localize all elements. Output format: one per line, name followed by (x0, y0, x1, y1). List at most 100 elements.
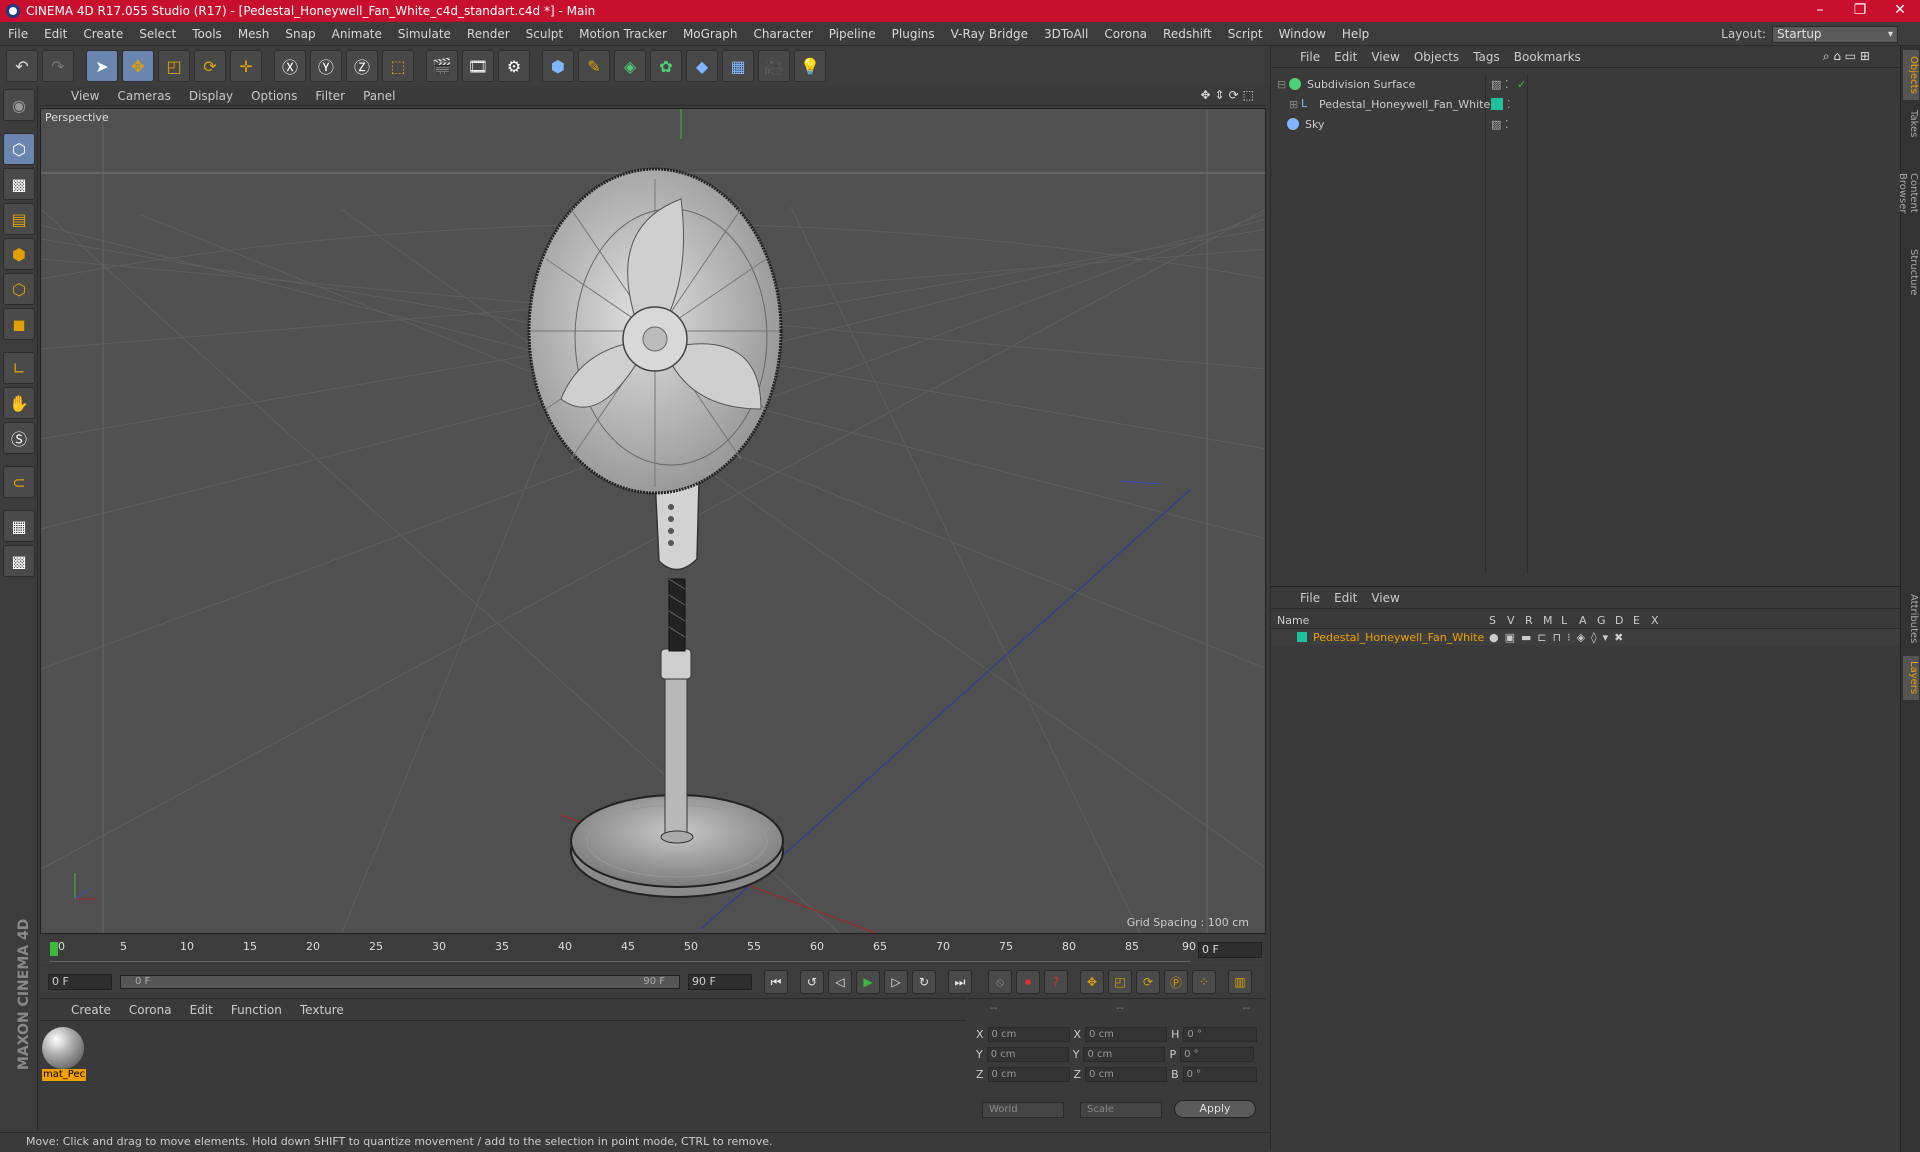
menu-create[interactable]: Create (75, 27, 131, 41)
layer-color-tag[interactable] (1491, 98, 1503, 110)
viewport-menu-panel[interactable]: Panel (354, 89, 404, 103)
rotation-b-field[interactable]: 0 ° (1182, 1067, 1257, 1082)
menu-3dtoall[interactable]: 3DToAll (1036, 27, 1096, 41)
visibility-dots-icon[interactable]: ▨ ⁚ (1491, 78, 1508, 91)
render-picture-viewer-icon[interactable]: 🎞 (462, 50, 494, 82)
object-manager-search-icon[interactable]: ⌕ ⌂ ▭ ⊞ (1816, 49, 1900, 64)
rotation-p-field[interactable]: 0 ° (1180, 1047, 1255, 1062)
objects-menu-edit[interactable]: Edit (1327, 50, 1364, 64)
viewport-menu-display[interactable]: Display (180, 89, 242, 103)
texture-mode-icon[interactable]: ▩ (3, 168, 35, 200)
next-frame-icon[interactable]: ▷ (884, 970, 908, 994)
menu-script[interactable]: Script (1220, 27, 1271, 41)
menu-edit[interactable]: Edit (36, 27, 75, 41)
size-x-field[interactable]: 0 cm (1085, 1027, 1168, 1042)
floor-environment-icon[interactable]: ▦ (722, 50, 754, 82)
menu-redshift[interactable]: Redshift (1155, 27, 1220, 41)
menu-motion-tracker[interactable]: Motion Tracker (571, 27, 675, 41)
timeline-window-icon[interactable]: ▥ (1228, 970, 1252, 994)
position-z-field[interactable]: 0 cm (987, 1067, 1070, 1082)
workplane-lock-icon[interactable]: ▦ (3, 510, 35, 542)
previous-key-icon[interactable]: ↺ (800, 970, 824, 994)
apply-button[interactable]: Apply (1174, 1100, 1256, 1118)
autokey-icon[interactable]: ⏺ (1016, 970, 1040, 994)
layers-menu-edit[interactable]: Edit (1327, 591, 1364, 605)
viewport-canvas[interactable]: Perspective Grid Spacing : 100 cm (40, 108, 1266, 934)
menu-plugins[interactable]: Plugins (884, 27, 943, 41)
close-icon[interactable]: ✕ (1880, 0, 1920, 22)
menu-window[interactable]: Window (1271, 27, 1334, 41)
objects-menu-bookmarks[interactable]: Bookmarks (1507, 50, 1588, 64)
menu-render[interactable]: Render (459, 27, 518, 41)
menu-snap[interactable]: Snap (277, 27, 323, 41)
coordinate-system-icon[interactable]: ⬚ (382, 50, 414, 82)
frame-ruler[interactable]: 0 5 10 15 20 25 30 35 40 45 50 55 60 65 … (50, 940, 1196, 962)
tab-attributes[interactable]: Attributes (1903, 586, 1919, 652)
scale-key-icon[interactable]: ◰ (1108, 970, 1132, 994)
render-view-icon[interactable]: 🎬 (426, 50, 458, 82)
frame-range-slider[interactable]: 0 F 90 F (120, 975, 680, 989)
parameter-key-icon[interactable]: Ⓟ (1164, 970, 1188, 994)
play-icon[interactable]: ▶ (856, 970, 880, 994)
live-selection-icon[interactable]: ➤ (86, 50, 118, 82)
rotate-tool-icon[interactable]: ⟳ (194, 50, 226, 82)
restore-icon[interactable]: ❐ (1840, 0, 1880, 22)
redo-icon[interactable]: ↷ (42, 50, 74, 82)
menu-mograph[interactable]: MoGraph (675, 27, 746, 41)
tab-layers[interactable]: Layers (1903, 656, 1919, 700)
solo-mode-icon[interactable]: Ⓢ (3, 422, 35, 454)
viewport-menu-cameras[interactable]: Cameras (108, 89, 179, 103)
viewport-menu-options[interactable]: Options (242, 89, 306, 103)
playhead-marker[interactable] (50, 942, 58, 956)
array-mograph-icon[interactable]: ✿ (650, 50, 682, 82)
object-row[interactable]: ⊟ Subdivision Surface ▨ ⁚ ✓ (1271, 74, 1901, 94)
record-keys-icon[interactable]: ⦸ (988, 970, 1012, 994)
menu-help[interactable]: Help (1334, 27, 1377, 41)
coordinate-space-dropdown[interactable]: World (982, 1102, 1064, 1118)
polygons-mode-icon[interactable]: ◼ (3, 308, 35, 340)
position-x-field[interactable]: 0 cm (987, 1027, 1070, 1042)
keyframe-selection-icon[interactable]: ? (1044, 970, 1068, 994)
menu-select[interactable]: Select (131, 27, 184, 41)
material-menu-create[interactable]: Create (62, 1003, 120, 1017)
material-menu-texture[interactable]: Texture (291, 1003, 353, 1017)
go-to-start-icon[interactable]: ⏮ (764, 970, 788, 994)
object-name[interactable]: Pedestal_Honeywell_Fan_White (1319, 98, 1490, 111)
edges-mode-icon[interactable]: ⬡ (3, 273, 35, 305)
menu-file[interactable]: File (0, 27, 36, 41)
timeline-ruler[interactable]: 0 5 10 15 20 25 30 35 40 45 50 55 60 65 … (40, 936, 1266, 964)
objects-menu-view[interactable]: View (1364, 50, 1406, 64)
expand-toggle-icon[interactable]: ⊞ (1289, 98, 1298, 111)
objects-menu-tags[interactable]: Tags (1466, 50, 1507, 64)
subdivision-surface-icon[interactable]: ◈ (614, 50, 646, 82)
scale-tool-icon[interactable]: ◰ (158, 50, 190, 82)
go-to-end-icon[interactable]: ⏭ (948, 970, 972, 994)
visibility-dots-icon[interactable]: ▨ ⁚ (1491, 118, 1508, 131)
object-row[interactable]: ⊞ L Pedestal_Honeywell_Fan_White ⁚ (1271, 94, 1901, 114)
size-mode-dropdown[interactable]: Scale (1080, 1102, 1162, 1118)
visibility-dots-icon[interactable]: ⁚ (1507, 98, 1511, 111)
layer-name[interactable]: Pedestal_Honeywell_Fan_White (1313, 631, 1484, 644)
viewport-menu-filter[interactable]: Filter (306, 89, 354, 103)
material-menu-corona[interactable]: Corona (120, 1003, 181, 1017)
model-mode-icon[interactable]: ⬡ (3, 133, 35, 165)
layout-select[interactable]: Startup (1772, 25, 1898, 43)
menu-corona[interactable]: Corona (1096, 27, 1155, 41)
camera-icon[interactable]: 🎥 (758, 50, 790, 82)
tab-content-browser[interactable]: Content Browser (1897, 148, 1919, 238)
layer-row[interactable]: Pedestal_Honeywell_Fan_White ●▣▬⊏⊓⁝◈◊▾✖ (1271, 629, 1900, 645)
points-mode-icon[interactable]: ⬢ (3, 238, 35, 270)
objects-menu-file[interactable]: File (1293, 50, 1327, 64)
menu-animate[interactable]: Animate (324, 27, 390, 41)
workplane-mode-icon[interactable]: ▤ (3, 203, 35, 235)
viewport-menu-view[interactable]: View (62, 89, 108, 103)
render-settings-icon[interactable]: ⚙ (498, 50, 530, 82)
tab-takes[interactable]: Takes (1903, 104, 1919, 144)
undo-icon[interactable]: ↶ (6, 50, 38, 82)
material-swatch[interactable]: mat_Pec (42, 1027, 86, 1083)
tab-objects[interactable]: Objects (1903, 50, 1919, 100)
last-tool-icon[interactable]: ✛ (230, 50, 262, 82)
size-z-field[interactable]: 0 cm (1085, 1067, 1168, 1082)
rotation-h-field[interactable]: 0 ° (1183, 1027, 1258, 1042)
y-axis-lock-icon[interactable]: Ⓨ (310, 50, 342, 82)
